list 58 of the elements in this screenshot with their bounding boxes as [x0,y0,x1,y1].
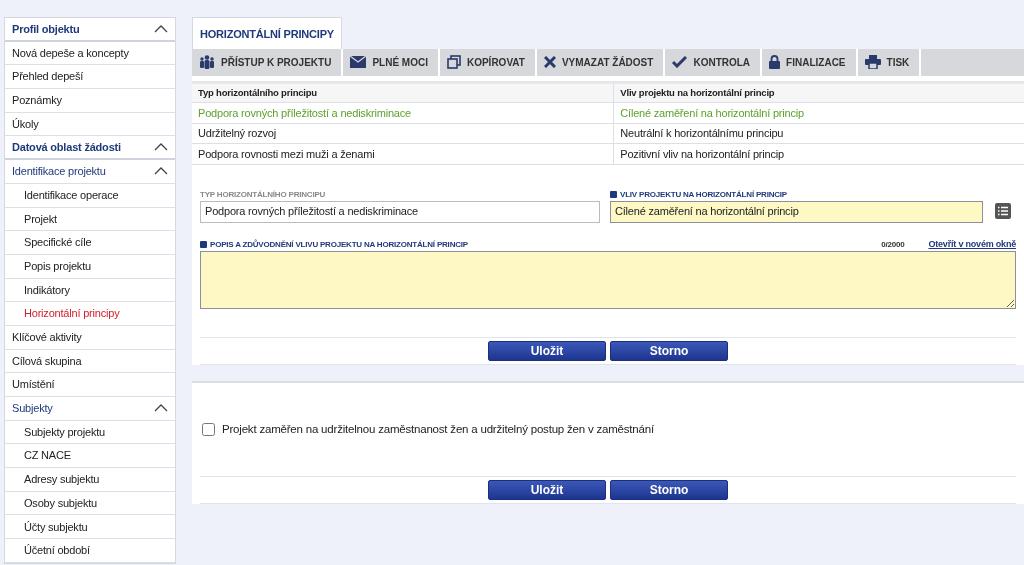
sidebar-item[interactable]: Osoby subjektu [5,491,175,516]
action-button[interactable]: Uložit [488,479,606,500]
field-label: POPIS A ZDŮVODNĚNÍ VLIVU PROJEKTU NA HORIZONTÁLNÍ PRINCIP [210,238,468,251]
action-button[interactable]: Uložit [488,340,606,361]
sidebar-item[interactable]: Indikátory [5,278,175,303]
sidebar-item[interactable]: Poznámky [5,89,175,113]
sidebar-item[interactable]: Projekt [5,207,175,232]
character-counter: 0/2000 [881,238,905,251]
required-icon [610,191,617,198]
required-icon [200,241,207,248]
input-field[interactable]: Podpora rovných příležitostí a nediskriminace [200,200,600,223]
chevron-up-icon[interactable] [154,404,168,413]
sidebar-item[interactable]: Subjekty [5,397,175,421]
sidebar-item[interactable]: Účetní období [5,539,175,563]
sidebar-item[interactable]: Horizontální principy [5,302,175,326]
list-icon[interactable] [995,202,1011,219]
people-icon [199,55,215,69]
sidebar-item[interactable]: Profil objektu [5,18,175,42]
printer-icon [864,55,881,69]
sidebar-item[interactable]: Identifikace projektu [5,160,175,184]
sidebar-item[interactable]: Nová depeše a koncepty [5,41,175,66]
checkbox[interactable] [202,422,215,436]
table-cell[interactable]: Udržitelný rozvoj [192,123,614,144]
open-window-link[interactable]: Otevřít v novém okně [928,238,1016,251]
column-header: Typ horizontálního principu [192,82,614,103]
close-icon [543,56,556,68]
sidebar-item[interactable]: CZ NACE [5,444,175,469]
field-label: VLIV PROJEKTU NA HORIZONTÁLNÍ PRINCIP [620,188,787,201]
sidebar-item[interactable]: Popis projektu [5,254,175,279]
sidebar-item[interactable]: Přehled depeší [5,65,175,90]
chevron-up-icon[interactable] [154,24,168,33]
lock-icon [769,55,781,69]
chevron-up-icon[interactable] [154,143,168,152]
sidebar-item[interactable]: Cílová skupina [5,349,175,374]
field-label: TYP HORIZONTÁLNÍHO PRINCIPU [200,188,326,201]
action-button[interactable]: Storno [610,479,728,500]
sidebar-item[interactable]: Adresy subjektu [5,468,175,492]
sidebar-item[interactable]: Identifikace operace [5,183,175,208]
sidebar-item[interactable]: Datová oblast žádosti [5,136,175,161]
input-field[interactable]: Cílené zaměření na horizontální princip [610,200,983,223]
checkbox-label: Projekt zaměřen na udržitelnou zaměstnanost žen a udržitelný postup žen v zaměstnání [222,421,654,437]
action-button[interactable]: Storno [610,340,728,361]
table-cell[interactable]: Podpora rovnosti mezi muži a ženami [192,143,614,164]
sidebar-item[interactable]: Subjekty projektu [5,420,175,445]
table-cell[interactable]: Pozitivní vliv na horizontální princip [613,143,1024,164]
sidebar-item[interactable]: Klíčové aktivity [5,325,175,350]
envelope-icon [350,56,367,68]
checkmark-icon [672,56,688,68]
column-header: Vliv projektu na horizontální princip [613,82,1024,103]
sidebar-item[interactable]: Specifické cíle [5,231,175,255]
chevron-up-icon[interactable] [154,167,168,176]
copy-icon [446,55,461,69]
sidebar-item[interactable]: Účty subjektu [5,515,175,540]
table-cell[interactable]: Neutrální k horizontálnímu principu [613,123,1024,144]
sidebar-item[interactable]: Úkoly [5,112,175,137]
sidebar-item[interactable]: Umístění [5,373,175,397]
tab[interactable]: HORIZONTÁLNÍ PRINCIPY [192,17,342,49]
text-area[interactable] [200,250,1016,309]
